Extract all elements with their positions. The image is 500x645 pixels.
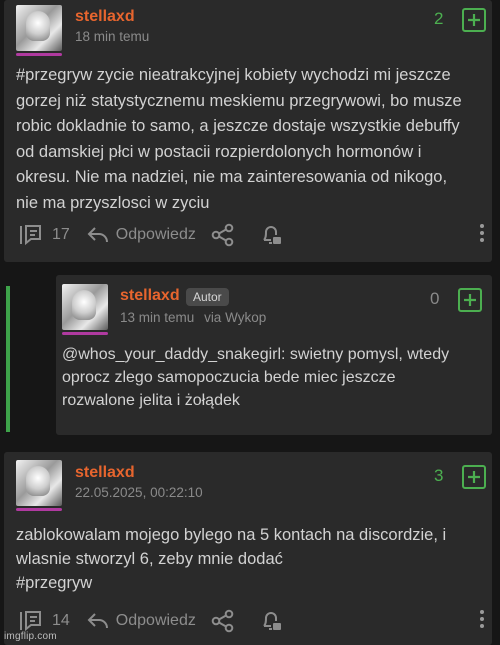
reply-icon [87,227,108,243]
bell-icon [263,612,281,630]
share-icon [211,609,234,633]
watermark: imgflip.com [4,631,57,642]
thread-line [6,286,10,432]
reply-label: Odpowiedz [115,226,196,243]
post-time: 18 min temu [75,29,150,44]
content-line: okresu. Nie ma nadziei, nie ma zainteres… [16,168,448,186]
share-button[interactable] [210,609,236,633]
username[interactable]: stellaxd [75,8,135,26]
post-time-text: 13 min temu [120,310,195,325]
post-content: #przegryw zycie nieatrakcyjnej kobiety w… [16,63,462,216]
content-line: wlasnie stworzyl 6, zeby mnie dodać [16,550,283,568]
comments-icon [20,611,41,632]
content-line: oprocz zlego samopoczucia bede miec jesz… [62,369,396,386]
content-line: od damskiej płci w postacii rozpierdolon… [16,142,422,161]
more-options-icon[interactable] [480,610,486,631]
share-button[interactable] [210,223,236,247]
post-time: 22.05.2025, 00:22:10 [75,485,203,500]
avatar-bar [16,508,62,511]
reply-label: Odpowiedz [115,612,196,629]
post-content: zablokowalam mojego bylego na 5 kontach … [16,523,446,595]
content-line: #przegryw zycie nieatrakcyjnej kobiety w… [16,66,451,84]
notify-button[interactable] [258,609,284,633]
reply-content: @whos_your_daddy_snakegirl: swietny pomy… [62,343,449,412]
comments-button[interactable]: 17 [18,223,70,247]
vote-count: 2 [434,9,444,28]
content-line: robic dokladnie to samo, a jeszcze dosta… [16,117,460,135]
content-line: @whos_your_daddy_snakegirl: swietny pomy… [62,346,450,363]
upvote-button[interactable] [462,465,486,489]
avatar[interactable] [16,460,62,506]
content-line: gorzej niż statystycznemu meskiemu przeg… [16,91,462,110]
post-time: 13 min temu via Wykop [120,310,266,325]
avatar[interactable] [62,284,108,330]
reply-button[interactable]: Odpowiedz [86,610,196,632]
plus-icon [468,471,480,483]
share-icon [211,223,234,247]
upvote-button[interactable] [462,8,486,32]
username[interactable]: stellaxd [120,287,180,305]
via-source[interactable]: via Wykop [204,310,266,325]
author-badge: Autor [186,288,229,306]
post-actions: 14 Odpowiedz [18,609,284,633]
bell-icon [263,226,281,244]
avatar-bar [62,332,108,335]
reply-button[interactable]: Odpowiedz [86,224,196,246]
avatar-bar [16,53,62,56]
content-line: nie ma przyszlosci w zyciu [16,193,210,212]
content-line: #przegryw [16,574,93,592]
notify-button[interactable] [258,223,284,247]
vote-count: 3 [434,466,444,485]
content-line: zablokowalam mojego bylego na 5 kontach … [16,526,447,544]
comments-count: 17 [52,226,70,243]
vote-count: 0 [430,289,440,308]
post-card: stellaxd 22.05.2025, 00:22:10 3 zablokow… [4,452,492,645]
username[interactable]: stellaxd [75,464,135,482]
comments-icon [20,225,41,246]
content-line: rozwalone jelita i żołądek [62,392,240,409]
avatar[interactable] [16,5,62,51]
reply-card: stellaxd Autor 13 min temu via Wykop 0 @… [56,275,492,435]
more-options-icon[interactable] [480,224,486,245]
upvote-button[interactable] [458,288,482,312]
post-actions: 17 Odpowiedz [18,223,284,247]
plus-icon [468,14,480,26]
post-card: stellaxd 18 min temu 2 #przegryw zycie n… [4,0,492,262]
comments-count: 14 [52,612,70,629]
reply-icon [87,613,108,629]
comments-button[interactable]: 14 [18,609,70,633]
plus-icon [464,294,476,306]
